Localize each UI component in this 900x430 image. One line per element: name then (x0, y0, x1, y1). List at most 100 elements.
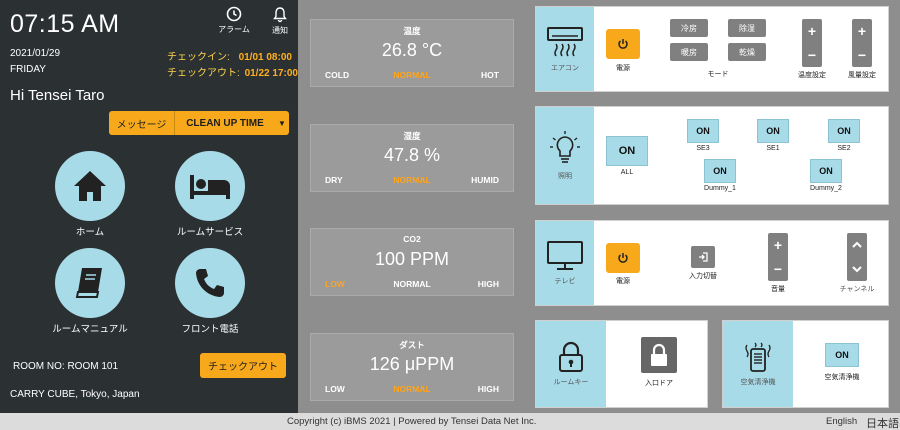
book-icon (75, 268, 102, 298)
aircon-tab[interactable]: エアコン (536, 7, 594, 91)
date: 2021/01/29 (10, 48, 61, 59)
language-japanese[interactable]: 日本語 (866, 415, 899, 430)
light-se3-label: SE3 (696, 145, 710, 152)
roomkey-label: ルームキー (553, 379, 589, 386)
home-button[interactable] (55, 151, 125, 221)
purifier-on-button[interactable]: ON (825, 343, 859, 367)
purifier-tab[interactable]: 空気清浄機 (723, 321, 793, 407)
volume-stepper[interactable]: + − (768, 233, 788, 281)
temperature-minus[interactable]: − (808, 47, 816, 63)
roomkey-tab[interactable]: ルームキー (536, 321, 606, 407)
entrance-door-button[interactable] (641, 337, 677, 373)
room-manual-button[interactable] (55, 248, 125, 318)
room-service-button[interactable] (175, 151, 245, 221)
co2-card: CO2 100 PPM LOW NORMAL HIGH (310, 228, 514, 296)
sensor-panel: 温度 26.8 °C COLD NORMAL HOT 湿度 47.8 % DRY… (298, 0, 527, 413)
alarm-clock-icon (226, 6, 242, 22)
volume-plus[interactable]: + (774, 237, 782, 253)
fan-setting-label: 風量設定 (848, 72, 876, 79)
greeting: Hi Tensei Taro (10, 87, 105, 104)
message-dropdown[interactable]: メッセージ CLEAN UP TIME ▼ (109, 111, 289, 135)
lighting-tab[interactable]: 照明 (536, 107, 594, 204)
checkout-button[interactable]: チェックアウト (200, 353, 286, 378)
mode-dehumidify-button[interactable]: 除湿 (728, 19, 766, 37)
temperature-card: 温度 26.8 °C COLD NORMAL HOT (310, 19, 514, 87)
weekday: FRIDAY (10, 64, 46, 75)
checkin-label: チェックイン: (167, 52, 230, 63)
volume-minus[interactable]: − (774, 261, 782, 277)
dust-card: ダスト 126 μPPM LOW NORMAL HIGH (310, 333, 514, 401)
room-number: ROOM NO: ROOM 101 (13, 361, 119, 372)
notification-label: 通知 (272, 26, 288, 35)
fan-plus[interactable]: + (858, 23, 866, 39)
chevron-down-icon: ▼ (278, 118, 286, 128)
humidity-value: 47.8 % (383, 145, 441, 165)
channel-label: チャンネル (839, 286, 875, 293)
chevron-up-icon[interactable] (852, 241, 862, 249)
device-control-panel: エアコン 電源 冷房 除湿 暖房 乾燥 モード + − 温度設定 + − 風量設… (527, 0, 900, 413)
house-icon (74, 171, 106, 201)
tv-power-button[interactable] (606, 243, 640, 273)
temperature-stepper[interactable]: + − (802, 19, 822, 67)
co2-high: HIGH (477, 279, 499, 289)
fan-minus[interactable]: − (858, 47, 866, 63)
front-phone-label: フロント電話 (181, 324, 239, 335)
light-dummy2-button[interactable]: ON (810, 159, 842, 183)
purifier-button-label: 空気清浄機 (824, 374, 860, 381)
light-se2-button[interactable]: ON (828, 119, 860, 143)
humidity-card: 湿度 47.8 % DRY NORMAL HUMID (310, 124, 514, 192)
channel-stepper[interactable] (847, 233, 867, 281)
light-se3-button[interactable]: ON (687, 119, 719, 143)
light-se1-label: SE1 (766, 145, 780, 152)
humidity-title: 湿度 (403, 131, 421, 141)
front-phone-button[interactable] (175, 248, 245, 318)
temperature-setting-label: 温度設定 (798, 72, 826, 79)
power-icon (618, 39, 628, 49)
lighting-panel: 照明 ON ALL ON SE3 ON SE1 ON SE2 ON Dummy_… (535, 106, 889, 205)
roomkey-panel: ルームキー 入口ドア (535, 320, 708, 408)
message-label: メッセージ (109, 111, 175, 135)
dust-value: 126 μPPM (369, 354, 455, 374)
home-label: ホーム (75, 227, 105, 238)
volume-label: 音量 (771, 286, 785, 293)
lighting-label: 照明 (558, 172, 572, 180)
input-switch-label: 入力切替 (689, 273, 717, 280)
mode-dry-button[interactable]: 乾燥 (728, 43, 766, 61)
notification-button[interactable]: 通知 (260, 6, 300, 36)
tv-panel: テレビ 電源 入力切替 + − 音量 チャンネル (535, 220, 889, 306)
light-all-label: ALL (620, 169, 634, 176)
mode-heat-button[interactable]: 暖房 (670, 43, 708, 61)
mode-cool-button[interactable]: 冷房 (670, 19, 708, 37)
aircon-label: エアコン (551, 65, 579, 72)
light-all-button[interactable]: ON (606, 136, 648, 166)
language-english[interactable]: English (826, 416, 857, 427)
alarm-button[interactable]: アラーム (214, 6, 254, 35)
air-purifier-icon (745, 342, 771, 372)
guest-info-panel: 07:15 AM アラーム 通知 2021/01/29 FRIDAY チェックイ… (0, 0, 298, 413)
light-dummy1-button[interactable]: ON (704, 159, 736, 183)
room-service-label: ルームサービス (176, 227, 244, 238)
co2-value: 100 PPM (374, 249, 450, 269)
tv-tab[interactable]: テレビ (536, 221, 594, 305)
entrance-door-label: 入口ドア (645, 380, 673, 387)
clock: 07:15 AM (10, 10, 120, 38)
input-switch-button[interactable] (691, 246, 715, 268)
checkout-info: チェックアウト: 01/22 17:00 (167, 64, 298, 79)
light-bulb-icon (550, 130, 580, 163)
purifier-panel: 空気清浄機 ON 空気清浄機 (722, 320, 889, 408)
dust-title: ダスト (399, 340, 425, 350)
chevron-down-icon[interactable] (852, 265, 862, 273)
bed-icon (190, 175, 230, 199)
fan-stepper[interactable]: + − (852, 19, 872, 67)
aircon-power-button[interactable] (606, 29, 640, 59)
power-icon (618, 253, 628, 263)
temperature-plus[interactable]: + (808, 23, 816, 39)
room-manual-label: ルームマニュアル (52, 324, 128, 335)
light-se1-button[interactable]: ON (757, 119, 789, 143)
checkin-info: チェックイン: 01/01 08:00 (167, 48, 292, 63)
message-selected: CLEAN UP TIME (186, 117, 264, 129)
checkin-value: 01/01 08:00 (238, 52, 292, 63)
dust-high: HIGH (477, 384, 499, 394)
co2-title: CO2 (403, 234, 421, 244)
air-conditioner-icon (547, 27, 583, 57)
